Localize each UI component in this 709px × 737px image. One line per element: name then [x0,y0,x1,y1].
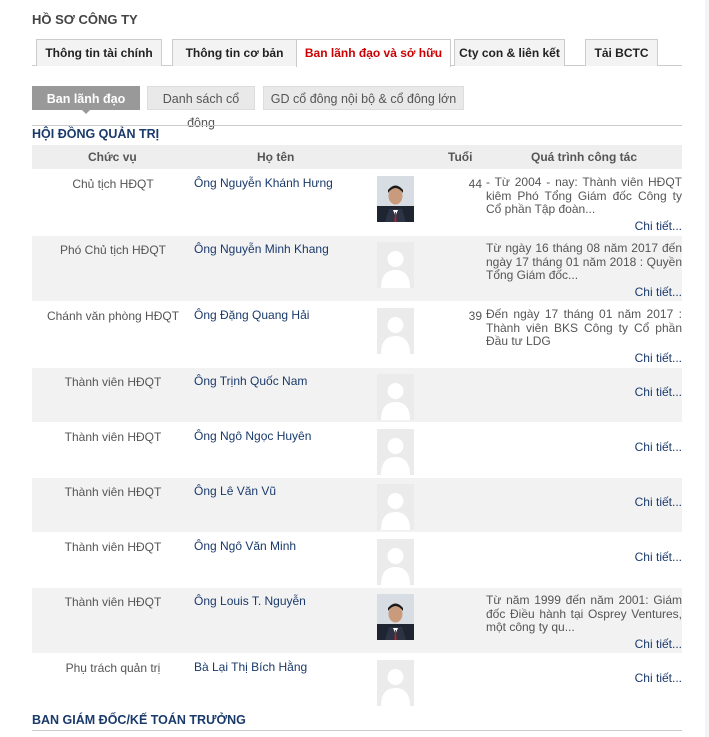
details-link[interactable]: Chi tiết... [635,285,682,299]
tab-leadership-ownership[interactable]: Ban lãnh đạo và sở hữu [296,39,451,67]
member-name-link[interactable]: Ông Nguyễn Khánh Hưng [194,176,333,190]
member-name-link[interactable]: Ông Ngô Ngọc Huyên [194,429,311,443]
position-cell: Phụ trách quản trị [65,661,161,675]
position-cell: Thành viên HĐQT [64,485,162,499]
table-row: Thành viên HĐQT Ông Trịnh Quốc Nam Chi tiế… [32,367,682,422]
avatar [377,484,414,530]
age-cell: 39 [468,309,482,323]
details-link[interactable]: Chi tiết... [635,385,682,399]
avatar [377,539,414,585]
avatar [377,429,414,475]
position-cell: Chủ tịch HĐQT [72,177,154,191]
member-name-link[interactable]: Ông Lê Văn Vũ [194,484,276,498]
details-link[interactable]: Chi tiết... [635,440,682,454]
board-section-title: HỘI ĐỒNG QUẢN TRỊ [32,127,160,141]
work-history-cell: Từ năm 1999 đến năm 2001: Giám đốc Điều … [486,593,682,634]
page-scrollbar[interactable] [705,0,709,737]
details-link[interactable]: Chi tiết... [635,671,682,685]
page-title: HỒ SƠ CÔNG TY [32,12,138,27]
details-link[interactable]: Chi tiết... [635,637,682,651]
details-link[interactable]: Chi tiết... [635,351,682,365]
member-name-link[interactable]: Ông Trịnh Quốc Nam [194,374,307,388]
table-row: Phụ trách quản trị Bà Lại Thị Bích Hằng Ch… [32,653,682,706]
tab-financial-info[interactable]: Thông tin tài chính [36,39,162,66]
avatar [377,374,414,420]
subtab-leadership[interactable]: Ban lãnh đạo [32,86,140,114]
member-name-link[interactable]: Ông Louis T. Nguyễn [194,594,306,608]
details-link[interactable]: Chi tiết... [635,495,682,509]
table-row: Thành viên HĐQT Ông Lê Văn Vũ Chi tiết... [32,477,682,532]
subtab-insider-transactions[interactable]: GD cổ đông nội bộ & cổ đông lớn [263,86,464,110]
table-row: Phó Chủ tịch HĐQT Ông Nguyễn Minh Khang Từ… [32,235,682,301]
table-header: Chức vụ Họ tên Tuổi Quá trình công tác [32,145,682,169]
position-cell: Phó Chủ tịch HĐQT [59,243,167,257]
member-name-link[interactable]: Bà Lại Thị Bích Hằng [194,660,307,674]
details-link[interactable]: Chi tiết... [635,219,682,233]
work-history-cell: - Từ 2004 - nay: Thành viên HĐQT kiêm Ph… [486,175,682,216]
member-name-link[interactable]: Ông Nguyễn Minh Khang [194,242,329,256]
avatar [377,660,414,706]
table-row: Thành viên HĐQT Ông Ngô Ngọc Huyên Chi tiế… [32,422,682,477]
member-name-link[interactable]: Ông Ngô Văn Minh [194,539,296,553]
age-cell: 44 [468,177,482,191]
management-section-title: BAN GIÁM ĐỐC/KẾ TOÁN TRƯỞNG [32,713,682,731]
tab-basic-info[interactable]: Thông tin cơ bản [172,39,297,66]
col-position-header: Chức vụ [88,150,137,164]
details-link[interactable]: Chi tiết... [635,550,682,564]
table-body: Chủ tịch HĐQT Ông Nguyễn Khánh Hưng 44 - Từ… [32,169,682,706]
position-cell: Thành viên HĐQT [64,430,162,444]
table-row: Chánh văn phòng HĐQT Ông Đặng Quang Hải 39… [32,301,682,367]
col-name-header: Họ tên [257,150,295,164]
position-cell: Chánh văn phòng HĐQT [46,309,180,323]
divider [32,125,682,126]
board-table: Chức vụ Họ tên Tuổi Quá trình công tác C… [32,145,682,706]
avatar [377,308,414,354]
position-cell: Thành viên HĐQT [64,375,162,389]
avatar [377,242,414,288]
col-work-header: Quá trình công tác [531,150,638,164]
main-tabs: Thông tin tài chính Thông tin cơ bản Ban… [32,39,682,67]
work-history-cell: Từ ngày 16 tháng 08 năm 2017 đến ngày 17… [486,241,682,282]
position-cell: Thành viên HĐQT [64,540,162,554]
member-name-link[interactable]: Ông Đặng Quang Hải [194,308,309,322]
avatar [377,176,414,222]
table-row: Thành viên HĐQT Ông Ngô Văn Minh Chi tiết.… [32,532,682,587]
table-row: Chủ tịch HĐQT Ông Nguyễn Khánh Hưng 44 - Từ… [32,169,682,235]
position-cell: Thành viên HĐQT [64,595,162,609]
table-row: Thành viên HĐQT Ông Louis T. Nguyễn Từ năm… [32,587,682,653]
avatar [377,594,414,640]
tab-download-reports[interactable]: Tải BCTC [585,39,658,66]
tab-subsidiaries[interactable]: Cty con & liên kết [454,39,565,66]
work-history-cell: Đến ngày 17 tháng 01 năm 2017 : Thành vi… [486,307,682,348]
subtab-shareholders[interactable]: Danh sách cổ đông [147,86,255,130]
col-age-header: Tuổi [448,150,473,164]
